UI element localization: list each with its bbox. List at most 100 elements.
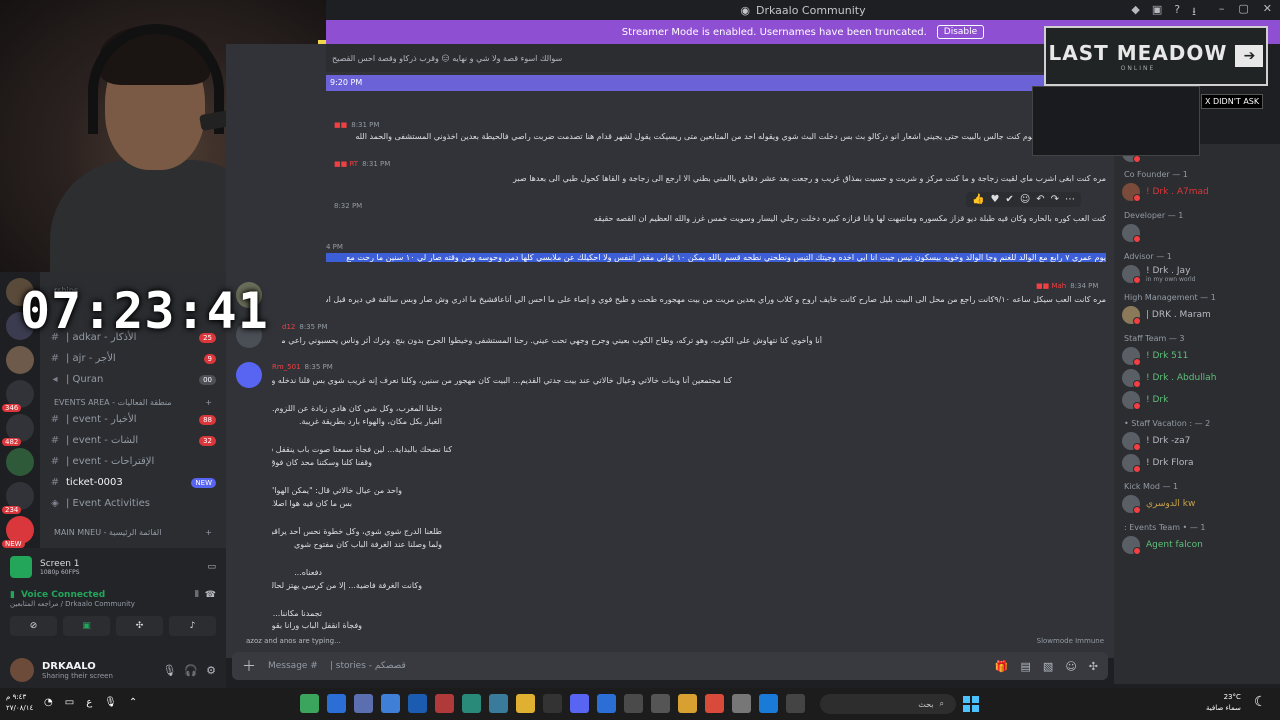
avatar[interactable] bbox=[236, 362, 262, 388]
chat-area: سوالك اسوء قصة ولا شي و نهايه 😑 وقرب ذرك… bbox=[226, 44, 1114, 658]
camera-off-button[interactable]: ⊘ bbox=[10, 616, 57, 636]
add-channel-icon[interactable]: + bbox=[205, 398, 212, 407]
weather-widget[interactable]: 23°C سماء صافية bbox=[1206, 692, 1241, 714]
minimize-button[interactable]: – bbox=[1219, 2, 1225, 15]
member-item[interactable]: ! Drk . A7mad bbox=[1114, 181, 1280, 203]
disable-button[interactable]: Disable bbox=[936, 25, 985, 39]
server-icon[interactable] bbox=[6, 448, 34, 476]
channel-item[interactable]: ◈ | Event Activities bbox=[40, 493, 226, 514]
emoji-icon[interactable]: ☺ bbox=[1065, 660, 1076, 673]
member-item[interactable]: الدوسري kw bbox=[1114, 493, 1280, 515]
notifications-icon[interactable]: ◔ bbox=[44, 697, 53, 708]
story-line: كنا نضحك بالبداية... لين فجأة سمعنا صوت … bbox=[272, 445, 452, 454]
server-icon[interactable]: NEW bbox=[2, 516, 34, 548]
screen-share-button[interactable]: ▣ bbox=[63, 616, 110, 636]
member-item[interactable]: ! Drk . Abdullah bbox=[1114, 367, 1280, 389]
app-icon[interactable] bbox=[462, 694, 481, 713]
story-line: بس ما كان فيه هوا اصلا. bbox=[272, 499, 352, 508]
app-icon[interactable] bbox=[327, 694, 346, 713]
more-icon[interactable]: ⋯ bbox=[1065, 194, 1075, 205]
clock[interactable]: ٩:٤٣ م ٢٧/٠٨/١٤ bbox=[6, 692, 33, 714]
chevron-up-icon[interactable]: ⌃ bbox=[129, 697, 137, 708]
author-name[interactable]: d12 bbox=[282, 323, 295, 331]
sticker-icon[interactable]: ▧ bbox=[1043, 660, 1053, 673]
app-icon[interactable] bbox=[543, 694, 562, 713]
maximize-button[interactable]: ▢ bbox=[1238, 2, 1248, 15]
app-icon[interactable] bbox=[381, 694, 400, 713]
member-item[interactable]: ! Drk 511 bbox=[1114, 345, 1280, 367]
author-name[interactable]: ■■ RT bbox=[334, 160, 358, 168]
channel-item[interactable]: # | event - الشات 32 bbox=[40, 430, 226, 451]
member-item[interactable]: ! Drk . Jay in my own world bbox=[1114, 263, 1280, 285]
author-name[interactable]: Rm_501 bbox=[272, 363, 301, 371]
server-icon[interactable]: 234 bbox=[2, 482, 34, 514]
screen-share-row[interactable]: Screen 1 1080p 60FPS ▭ bbox=[0, 548, 226, 586]
app-icon[interactable] bbox=[300, 694, 319, 713]
mic-icon[interactable]: 🎙 bbox=[162, 664, 176, 677]
file-explorer-icon[interactable] bbox=[678, 694, 697, 713]
member-item[interactable]: ! Drk Flora bbox=[1114, 452, 1280, 474]
member-item[interactable]: ! Drk bbox=[1114, 389, 1280, 411]
display-icon[interactable]: ▭ bbox=[65, 697, 74, 708]
user-info[interactable]: DRKAALO Sharing their screen 🎙 🎧 ⚙ bbox=[0, 652, 226, 688]
add-reaction-icon[interactable]: ☺ bbox=[1020, 194, 1030, 205]
disconnect-icon[interactable]: ☎ bbox=[205, 590, 216, 600]
member-item[interactable] bbox=[1114, 222, 1280, 244]
headphones-icon[interactable]: 🎧 bbox=[184, 664, 198, 677]
activities-button[interactable]: ✣ bbox=[116, 616, 163, 636]
avatar[interactable] bbox=[10, 658, 34, 682]
channel-item[interactable]: # | ajr - الأجر 9 bbox=[40, 348, 226, 369]
gif-icon[interactable]: ▤ bbox=[1021, 660, 1031, 673]
user-panel: Screen 1 1080p 60FPS ▭ ▮ Voice Connected… bbox=[0, 548, 226, 688]
check-icon[interactable]: ✔ bbox=[1005, 194, 1013, 205]
channel-item[interactable]: # | event - الإقتراحات bbox=[40, 451, 226, 472]
author-name[interactable]: ■■ bbox=[334, 121, 347, 129]
heart-icon[interactable]: ♥ bbox=[990, 194, 999, 205]
member-item[interactable]: ! Drk -za7 bbox=[1114, 430, 1280, 452]
settings-gear-icon[interactable]: ⚙ bbox=[206, 664, 216, 677]
mic-tray-icon[interactable]: 🎙 bbox=[104, 697, 117, 708]
apps-icon[interactable]: ✣ bbox=[1089, 660, 1098, 673]
app-icon[interactable] bbox=[489, 694, 508, 713]
discord-app-icon[interactable] bbox=[570, 694, 589, 713]
new-messages-bar[interactable]: 9:20 PM bbox=[326, 75, 1114, 91]
gift-icon[interactable]: 🎁 bbox=[995, 660, 1009, 673]
language-indicator[interactable]: ع bbox=[86, 697, 92, 708]
category-header[interactable]: MAIN MNEU - القائمة الرئيسية + bbox=[40, 514, 226, 539]
add-attachment-icon[interactable]: ＋ bbox=[242, 656, 256, 676]
message-composer[interactable]: ＋ Message # | stories - قصصكم 🎁 ▤ ▧ ☺ ✣ bbox=[232, 652, 1108, 680]
app-icon[interactable] bbox=[651, 694, 670, 713]
app-icon[interactable] bbox=[624, 694, 643, 713]
channel-item[interactable]: ◂ | Quran 00 bbox=[40, 369, 226, 390]
server-icon[interactable]: 346 bbox=[2, 380, 34, 412]
server-icon[interactable]: 482 bbox=[2, 414, 34, 446]
reply-icon[interactable]: ↶ bbox=[1036, 194, 1044, 205]
story-line: ولما وصلنا عند الغرفة الباب كان مفتوح شو… bbox=[293, 540, 442, 549]
app-icon[interactable] bbox=[408, 694, 427, 713]
channel-item[interactable]: # ticket-0003 NEW bbox=[40, 472, 226, 493]
start-button[interactable] bbox=[963, 696, 979, 712]
close-button[interactable]: ✕ bbox=[1263, 2, 1272, 15]
taskbar-search[interactable]: بحث ⌕ bbox=[820, 694, 956, 714]
thumbs-up-icon[interactable]: 👍 bbox=[972, 194, 984, 205]
hash-icon: # bbox=[50, 477, 60, 488]
app-icon[interactable] bbox=[354, 694, 373, 713]
app-icon[interactable] bbox=[786, 694, 805, 713]
member-item[interactable]: | DRK . Maram bbox=[1114, 304, 1280, 326]
author-name[interactable]: ■■ Mah bbox=[1036, 282, 1066, 290]
forward-icon[interactable]: ↷ bbox=[1051, 194, 1059, 205]
soundboard-button[interactable]: ♪ bbox=[169, 616, 216, 636]
channel-item[interactable]: # | event - الأخبار 88 bbox=[40, 409, 226, 430]
edge-icon[interactable] bbox=[759, 694, 778, 713]
noise-suppression-icon[interactable]: ⦀ bbox=[195, 590, 199, 600]
server-icon[interactable] bbox=[6, 346, 34, 374]
category-header[interactable]: EVENTS AREA - منطقة الفعاليات + bbox=[40, 390, 226, 409]
app-icon[interactable] bbox=[597, 694, 616, 713]
stop-stream-icon[interactable]: ▭ bbox=[207, 562, 216, 572]
member-item[interactable]: Agent falcon bbox=[1114, 534, 1280, 556]
app-icon[interactable] bbox=[516, 694, 535, 713]
app-icon[interactable] bbox=[435, 694, 454, 713]
chrome-icon[interactable] bbox=[705, 694, 724, 713]
app-icon[interactable] bbox=[732, 694, 751, 713]
add-channel-icon[interactable]: + bbox=[205, 528, 212, 537]
